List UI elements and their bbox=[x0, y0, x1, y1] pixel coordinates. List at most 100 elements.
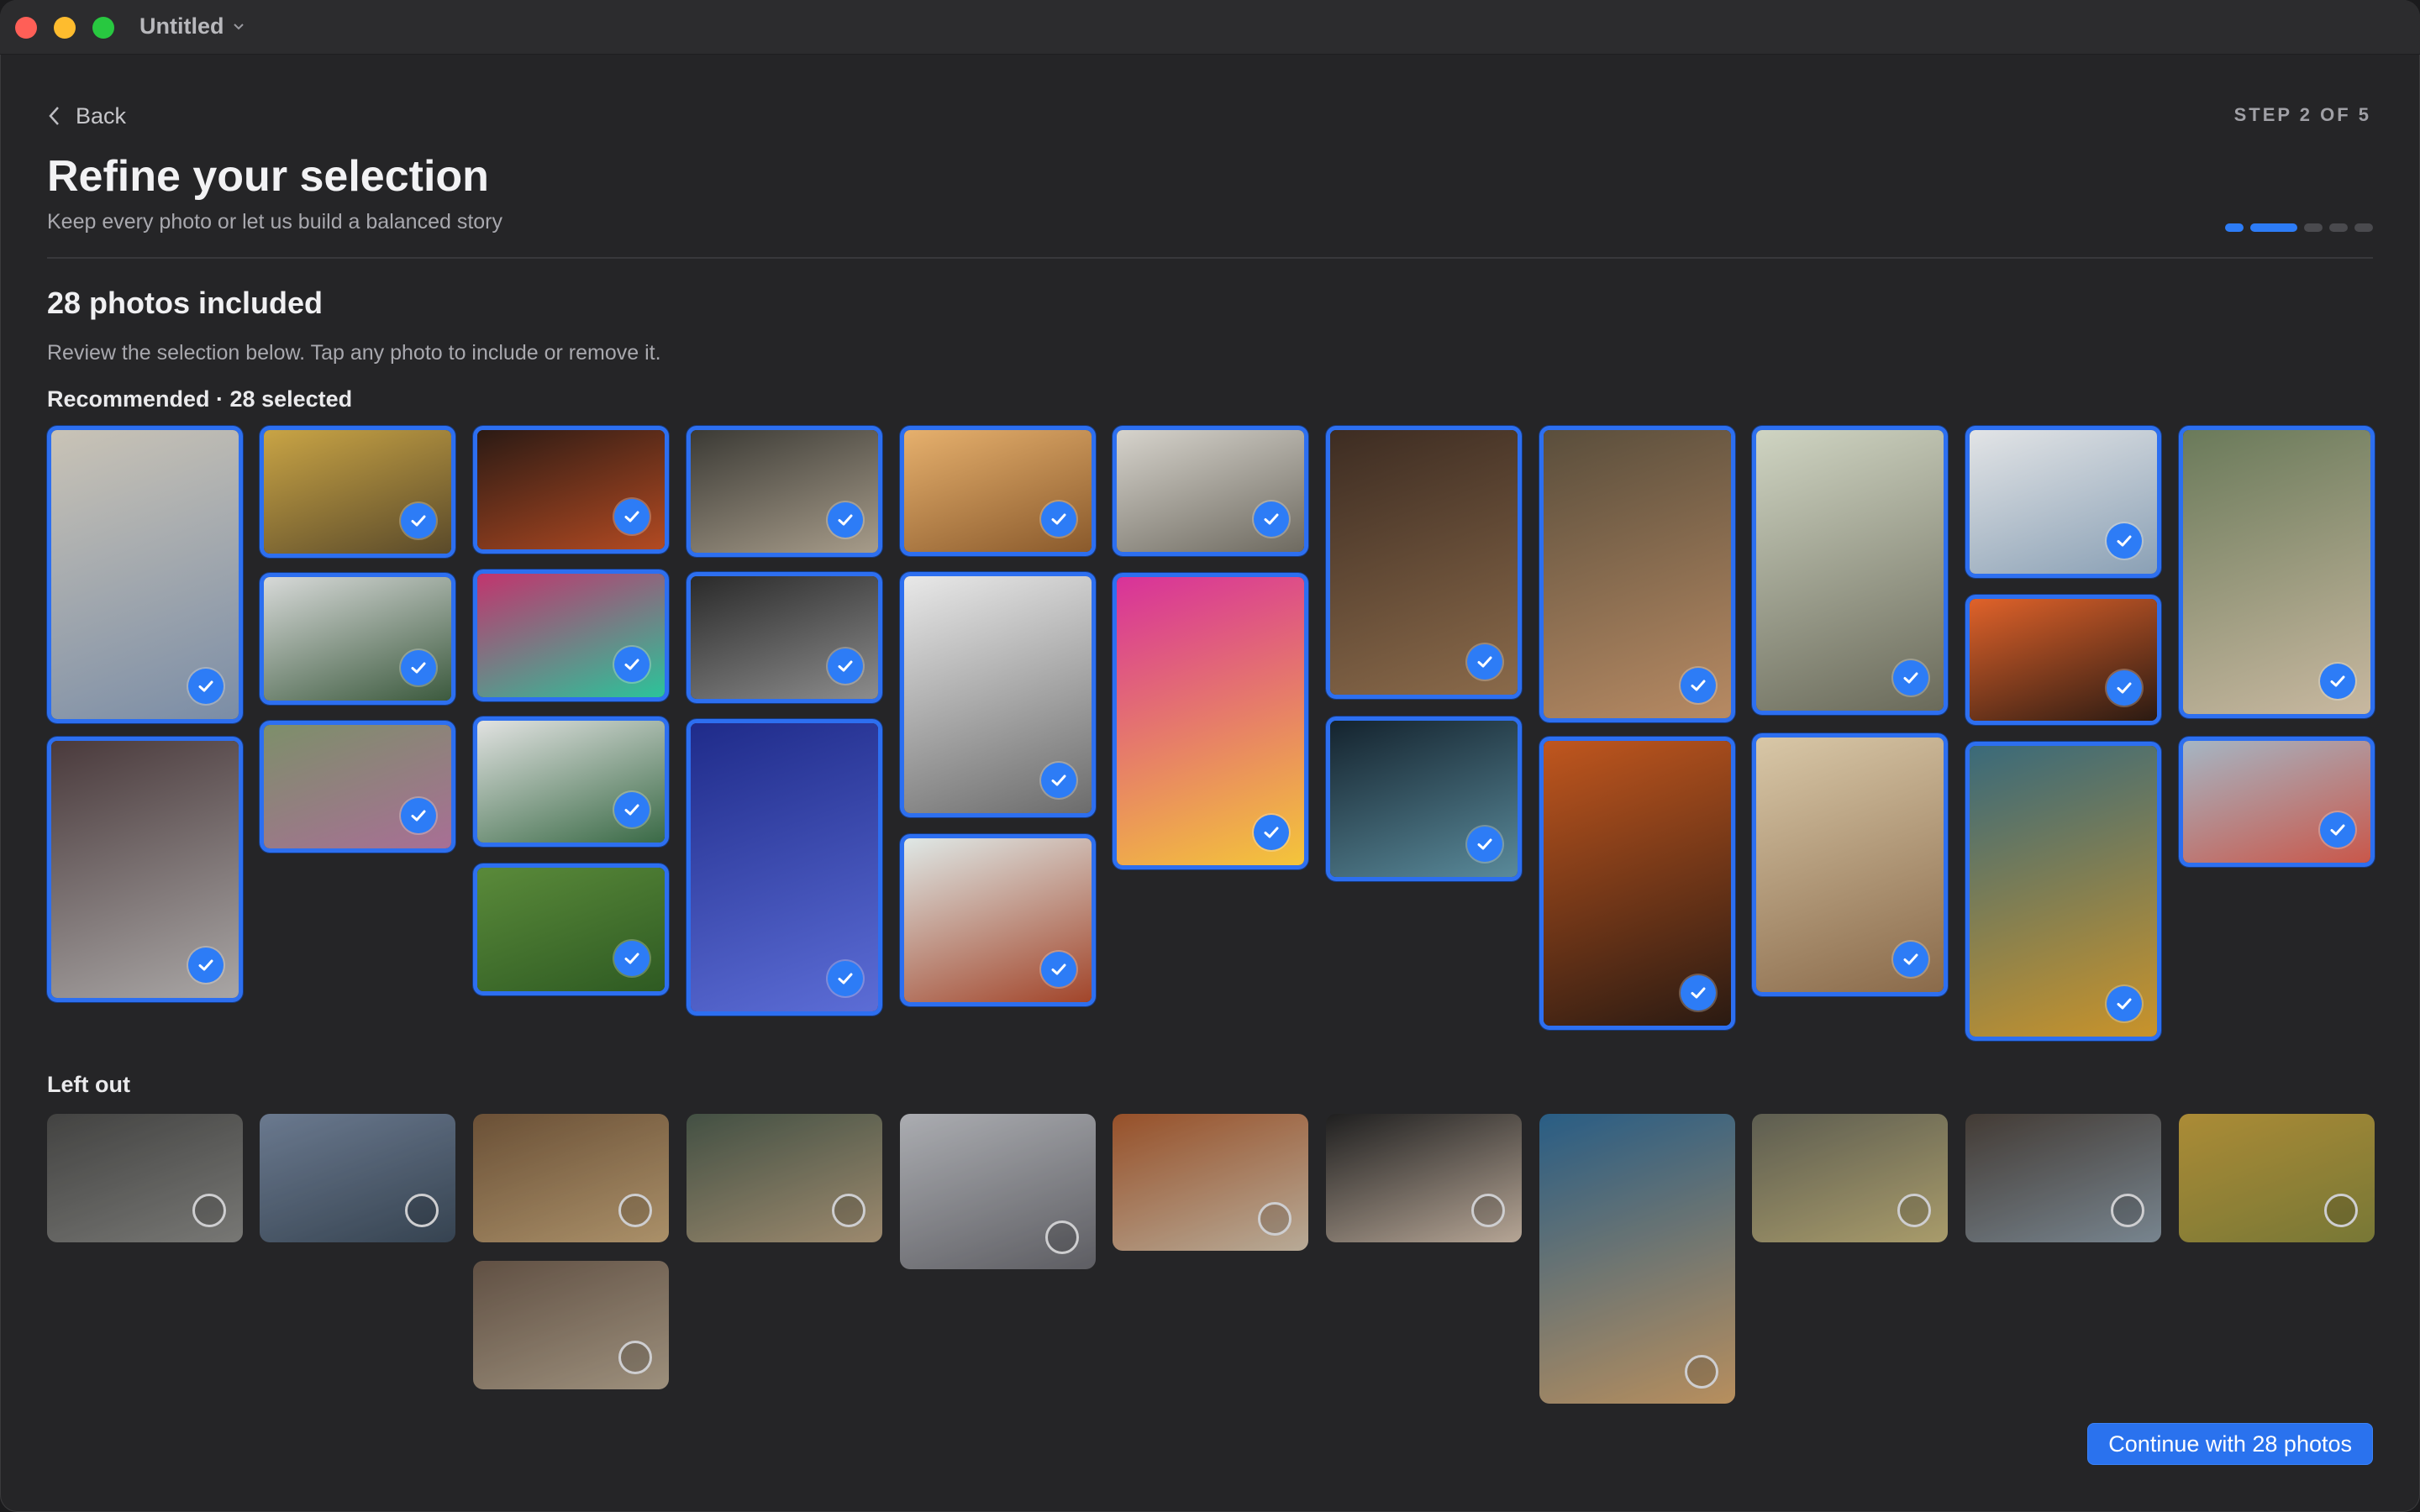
progress-step-1 bbox=[2225, 223, 2244, 232]
photo-orange-film[interactable] bbox=[1539, 737, 1735, 1030]
close-window-button[interactable] bbox=[15, 17, 37, 39]
empty-circle-icon[interactable] bbox=[2324, 1194, 2358, 1227]
checkmark-icon[interactable] bbox=[2107, 986, 2142, 1021]
photo-boy-mirror[interactable] bbox=[1965, 1114, 2161, 1242]
checkmark-icon[interactable] bbox=[1041, 763, 1076, 798]
back-button[interactable]: Back bbox=[47, 99, 126, 133]
photo-count-heading: 28 photos included bbox=[47, 286, 324, 320]
empty-circle-icon[interactable] bbox=[1471, 1194, 1505, 1227]
photo-toy-blocks[interactable] bbox=[1539, 1114, 1735, 1404]
photo-cafe-street[interactable] bbox=[687, 426, 882, 557]
photo-mountain-drive[interactable] bbox=[687, 1114, 882, 1242]
empty-circle-icon[interactable] bbox=[832, 1194, 865, 1227]
left-out-section-label: Left out bbox=[47, 1072, 130, 1097]
photo-film-reel[interactable] bbox=[47, 737, 243, 1002]
photo-gradient-blur[interactable] bbox=[473, 570, 669, 701]
empty-circle-icon[interactable] bbox=[405, 1194, 439, 1227]
photo-studio-lights[interactable] bbox=[687, 572, 882, 703]
zoom-window-button[interactable] bbox=[92, 17, 114, 39]
checkmark-icon[interactable] bbox=[614, 941, 650, 976]
checkmark-icon[interactable] bbox=[614, 792, 650, 827]
photo-desert-road[interactable] bbox=[473, 1261, 669, 1389]
photo-polaroid-sleep[interactable] bbox=[900, 1114, 1096, 1269]
checkmark-icon[interactable] bbox=[1041, 501, 1076, 537]
checkmark-icon[interactable] bbox=[188, 669, 224, 704]
page-subtitle: Keep every photo or let us build a balan… bbox=[47, 210, 503, 234]
empty-circle-icon[interactable] bbox=[1258, 1202, 1292, 1236]
photo-arcade[interactable] bbox=[687, 719, 882, 1016]
back-label: Back bbox=[76, 102, 127, 129]
photo-newspaper[interactable] bbox=[900, 572, 1096, 817]
photo-smoke-dark[interactable] bbox=[1326, 717, 1522, 881]
empty-circle-icon[interactable] bbox=[1685, 1355, 1718, 1389]
photo-diner[interactable] bbox=[1965, 426, 2161, 578]
empty-circle-icon[interactable] bbox=[618, 1341, 652, 1374]
photo-film-strip-2[interactable] bbox=[473, 717, 669, 847]
photo-film-negative[interactable] bbox=[900, 834, 1096, 1006]
checkmark-icon[interactable] bbox=[401, 798, 436, 833]
checkmark-icon[interactable] bbox=[1681, 668, 1716, 703]
chevron-down-icon[interactable] bbox=[232, 20, 245, 34]
checkmark-icon[interactable] bbox=[1254, 815, 1289, 850]
photo-sunny-boy[interactable] bbox=[2179, 1114, 2375, 1242]
checkmark-icon[interactable] bbox=[1254, 501, 1289, 537]
photo-beach-people[interactable] bbox=[1113, 426, 1308, 556]
photo-kids-field[interactable] bbox=[47, 1114, 243, 1242]
photo-poster-room[interactable] bbox=[1326, 426, 1522, 699]
empty-circle-icon[interactable] bbox=[2111, 1194, 2144, 1227]
empty-circle-icon[interactable] bbox=[618, 1194, 652, 1227]
photo-child-garden[interactable] bbox=[473, 864, 669, 995]
checkmark-icon[interactable] bbox=[1681, 975, 1716, 1011]
chevron-left-icon bbox=[49, 107, 59, 125]
step-indicator: STEP 2 OF 5 bbox=[2233, 104, 2371, 125]
checkmark-icon[interactable] bbox=[1467, 644, 1502, 680]
app-window: Untitled Back STEP 2 OF 5 Refine your se… bbox=[0, 0, 2420, 1512]
checkmark-icon[interactable] bbox=[2107, 670, 2142, 706]
photo-crowd[interactable] bbox=[2179, 426, 2375, 718]
checkmark-icon[interactable] bbox=[1893, 942, 1928, 977]
photo-coast-flowers[interactable] bbox=[260, 721, 455, 853]
photo-canyon-van[interactable] bbox=[1113, 1114, 1308, 1251]
photo-girl-camera[interactable] bbox=[1326, 1114, 1522, 1242]
photo-orange-roll[interactable] bbox=[1965, 595, 2161, 725]
photo-kid-kitchen[interactable] bbox=[1752, 733, 1948, 996]
checkmark-icon[interactable] bbox=[828, 648, 863, 684]
photo-retro-tv[interactable] bbox=[1539, 426, 1735, 722]
checkmark-icon[interactable] bbox=[614, 647, 650, 682]
progress-step-3 bbox=[2304, 223, 2323, 232]
empty-circle-icon[interactable] bbox=[192, 1194, 226, 1227]
checkmark-icon[interactable] bbox=[2320, 812, 2355, 848]
step-progress bbox=[2225, 223, 2373, 232]
photo-hair-smile[interactable] bbox=[900, 426, 1096, 556]
checkmark-icon[interactable] bbox=[828, 502, 863, 538]
continue-button[interactable]: Continue with 28 photos bbox=[2087, 1423, 2373, 1465]
checkmark-icon[interactable] bbox=[2107, 523, 2142, 559]
photo-picnic[interactable] bbox=[2179, 737, 2375, 867]
recommended-section-label: Recommended · 28 selected bbox=[47, 386, 353, 412]
progress-step-2 bbox=[2250, 223, 2297, 232]
empty-circle-icon[interactable] bbox=[1897, 1194, 1931, 1227]
photo-pastel-phone[interactable] bbox=[1752, 426, 1948, 715]
empty-circle-icon[interactable] bbox=[1045, 1221, 1079, 1254]
photo-light-leak[interactable] bbox=[1965, 742, 2161, 1041]
photo-swing[interactable] bbox=[260, 1114, 455, 1242]
checkmark-icon[interactable] bbox=[188, 948, 224, 983]
checkmark-icon[interactable] bbox=[614, 499, 650, 534]
checkmark-icon[interactable] bbox=[401, 503, 436, 538]
checkmark-icon[interactable] bbox=[1041, 952, 1076, 987]
photo-vinyl-records[interactable] bbox=[1113, 573, 1308, 869]
checkmark-icon[interactable] bbox=[1467, 827, 1502, 862]
photo-film-strip[interactable] bbox=[260, 573, 455, 705]
photo-tree-road[interactable] bbox=[1752, 1114, 1948, 1242]
checkmark-icon[interactable] bbox=[2320, 664, 2355, 699]
checkmark-icon[interactable] bbox=[1893, 660, 1928, 696]
photo-beach-shack[interactable] bbox=[47, 426, 243, 723]
minimize-window-button[interactable] bbox=[54, 17, 76, 39]
photo-golden-grass[interactable] bbox=[260, 426, 455, 558]
photo-archive-cards[interactable] bbox=[473, 1114, 669, 1242]
checkmark-icon[interactable] bbox=[401, 650, 436, 685]
progress-step-4 bbox=[2329, 223, 2348, 232]
checkmark-icon[interactable] bbox=[828, 961, 863, 996]
photo-night-bar[interactable] bbox=[473, 426, 669, 554]
window-title[interactable]: Untitled bbox=[139, 13, 224, 39]
